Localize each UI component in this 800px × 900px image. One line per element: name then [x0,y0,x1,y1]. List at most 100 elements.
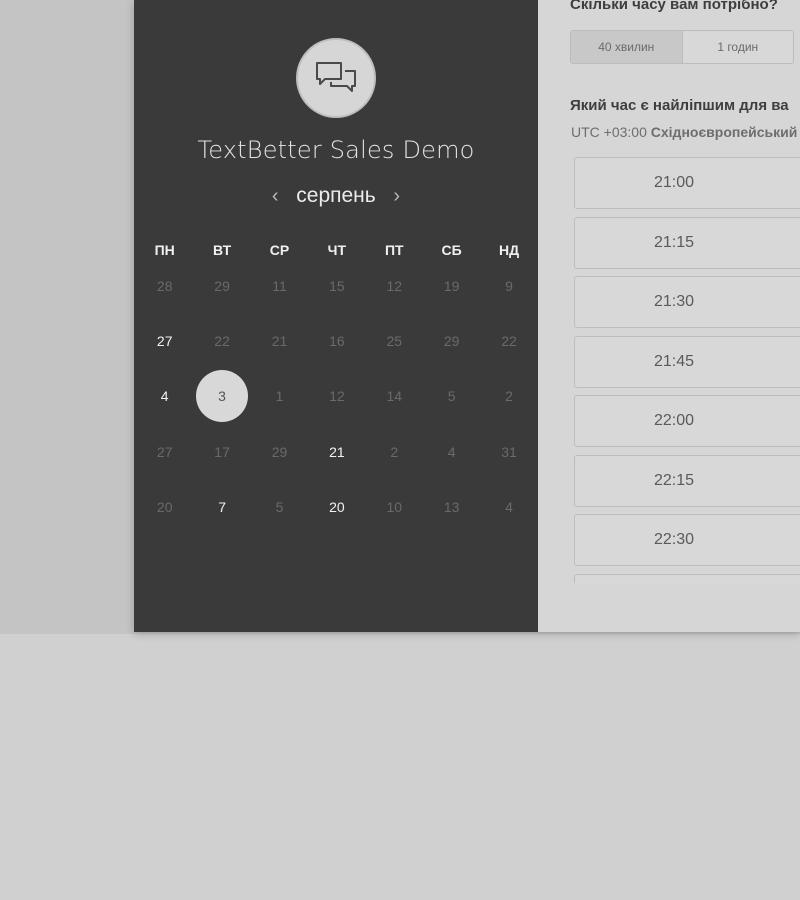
time-slot-button[interactable]: 22:00 [574,395,800,447]
calendar-day-number: 12 [329,388,345,405]
calendar-day: 4 [423,424,480,479]
event-title: TextBetter Sales Demo [197,136,475,164]
calendar-day: 19 [423,258,480,313]
calendar-day: 5 [423,369,480,424]
weekday-label: НД [498,242,520,258]
calendar-day: 4 [480,480,537,535]
calendar-day-number: 7 [218,499,226,516]
time-slot-button[interactable] [574,573,800,583]
calendar-day-number: 31 [501,443,517,460]
calendar-day: 5 [251,480,308,535]
calendar-day-number: 11 [272,277,287,294]
time-slot-button[interactable]: 22:15 [574,454,800,507]
calendar-day: 2 [366,424,423,479]
calendar-day-available[interactable]: 21 [308,424,365,479]
scheduler-card: TextBetter Sales Demo ‹ серпень › ПН ВТ … [134,0,800,632]
calendar-day-number: 16 [329,333,345,350]
calendar-day: 14 [366,369,423,424]
calendar-day-number: 10 [386,499,403,516]
calendar-day: 17 [193,424,250,479]
calendar-grid: 28 29 11 15 12 19 9 27 22 21 16 25 29 22 4 3 1 12 14 5 2 27 17… [134,258,538,535]
time-slot-list[interactable]: 21:00 21:15 21:30 21:45 22:00 22:15 22:30 [574,157,800,583]
calendar-day: 27 [136,424,193,479]
calendar-day: 31 [480,424,537,479]
calendar-day: 29 [423,314,480,369]
calendar-week: 27 22 21 16 25 29 22 [136,313,536,368]
calendar-day-number: 29 [443,333,460,350]
calendar-day: 28 [136,258,193,313]
timezone-name: Східноєвропейський [650,124,798,140]
weekday-label: ПН [154,242,175,258]
time-slot-button[interactable]: 21:15 [574,216,800,269]
calendar-day-number: 4 [160,388,169,405]
calendar-day: 13 [423,480,480,535]
calendar-day-number: 5 [275,499,284,516]
calendar-day: 9 [480,258,537,313]
duration-option-1-hour[interactable]: 1 годин [681,31,793,63]
calendar-day: 22 [480,314,537,369]
calendar-week: 4 3 1 12 14 5 2 [136,369,536,424]
calendar-day-number: 25 [386,333,403,350]
calendar-day-number: 2 [505,388,513,405]
time-slot-button[interactable]: 22:30 [574,514,800,566]
calendar-week: 20 7 5 20 10 13 4 [136,480,536,535]
calendar-day: 1 [251,369,308,424]
calendar-day: 29 [193,258,250,313]
calendar-day-number: 3 [196,370,249,423]
calendar-day-number: 28 [156,277,173,294]
duration-question: Скільки часу вам потрібно? [570,0,778,13]
calendar-day: 10 [366,480,423,535]
calendar-day-number: 5 [447,388,456,405]
calendar-day-number: 29 [214,277,230,294]
calendar-day-number: 19 [443,277,460,294]
time-slot-button[interactable]: 21:45 [574,335,800,388]
calendar-day-number: 2 [390,443,399,460]
chat-bubbles-icon [316,62,356,92]
weekday-label: СБ [441,242,462,258]
calendar-day-number: 27 [156,443,173,460]
duration-option-40-min[interactable]: 40 хвилин [571,31,682,63]
time-slot-button[interactable]: 21:00 [574,157,800,209]
calendar-day-available[interactable]: 4 [136,369,193,424]
calendar-day-number: 12 [386,277,403,294]
time-question: Який час є найліпшим для ва [570,97,789,114]
calendar-week: 28 29 11 15 12 19 9 [136,258,536,313]
calendar-day-number: 14 [386,388,403,405]
weekday-header: ПН ВТ СР ЧТ ПТ СБ НД [134,242,538,258]
calendar-panel: TextBetter Sales Demo ‹ серпень › ПН ВТ … [134,0,538,632]
weekday-label: СР [269,242,290,258]
calendar-day-number: 20 [329,499,345,516]
calendar-day-number: 27 [156,333,173,350]
booking-panel: Скільки часу вам потрібно? 40 хвилин 1 г… [538,0,800,632]
calendar-day: 20 [136,480,193,535]
calendar-day-number: 21 [271,333,288,350]
calendar-day: 11 [251,258,308,313]
prev-month-icon[interactable]: ‹ [260,186,290,206]
calendar-day-number: 15 [329,277,345,294]
time-slot-button[interactable]: 21:30 [574,276,800,328]
month-navigation: ‹ серпень › [134,180,538,212]
weekday-label: ЧТ [327,242,347,258]
timezone-offset: UTC +03:00 [571,124,647,140]
calendar-day: 16 [308,314,365,369]
calendar-day-number: 29 [271,443,288,460]
calendar-day-available[interactable]: 7 [193,480,250,535]
calendar-day: 15 [308,258,365,313]
calendar-day-number: 13 [443,499,460,516]
calendar-day-available[interactable]: 27 [136,314,193,369]
next-month-icon[interactable]: › [382,186,412,206]
timezone-label[interactable]: UTC +03:00 Східноєвропейський [571,124,797,140]
calendar-day-number: 22 [501,333,517,350]
calendar-day-number: 22 [214,333,230,350]
calendar-day: 29 [251,424,308,479]
calendar-day-number: 4 [505,499,513,516]
calendar-day-number: 4 [447,443,456,460]
calendar-day-number: 20 [156,499,173,516]
calendar-day: 12 [366,258,423,313]
calendar-day: 21 [251,314,308,369]
calendar-day-available[interactable]: 20 [308,480,365,535]
month-label: серпень [296,184,376,207]
calendar-day: 2 [480,369,537,424]
calendar-day-selected[interactable]: 3 [193,369,250,424]
duration-selector: 40 хвилин 1 годин [570,30,794,64]
